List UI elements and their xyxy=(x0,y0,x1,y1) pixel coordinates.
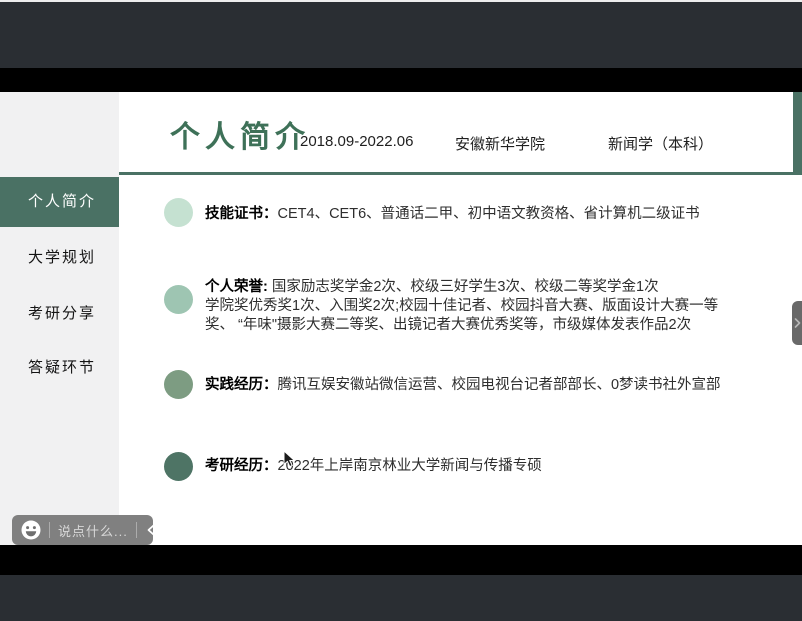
bullet-line: 个人荣誉: 国家励志奖学金2次、校级三好学生3次、校级二等奖学金1次 xyxy=(205,278,718,297)
bullet-skills: 技能证书：CET4、CET6、普通话二甲、初中语文教资格、省计算机二级证书 xyxy=(205,205,700,224)
screen: 个人简介 大学规划 考研分享 答疑环节 个人简介 2018.09-2022.06… xyxy=(0,0,802,621)
study-period: 2018.09-2022.06 xyxy=(300,133,413,150)
sidebar-item-personal-intro[interactable]: 个人简介 xyxy=(0,177,119,227)
emoji-icon[interactable] xyxy=(21,520,41,540)
slide-stage: 个人简介 大学规划 考研分享 答疑环节 个人简介 2018.09-2022.06… xyxy=(0,92,802,545)
chat-bar[interactable]: 说点什么... xyxy=(12,515,153,545)
right-drawer-handle[interactable] xyxy=(792,301,802,345)
bullet-label: 实践经历： xyxy=(205,377,278,393)
bullet-content: CET4、CET6、普通话二甲、初中语文教资格、省计算机二级证书 xyxy=(278,206,700,222)
slide-sidebar: 个人简介 大学规划 考研分享 答疑环节 xyxy=(0,92,119,545)
bullet-line: 技能证书：CET4、CET6、普通话二甲、初中语文教资格、省计算机二级证书 xyxy=(205,205,700,224)
top-dark-bar xyxy=(0,2,802,68)
chat-collapse-button[interactable] xyxy=(147,524,155,536)
bottom-black-letterbox xyxy=(0,545,802,575)
bullet-kaoyan: 考研经历：2022年上岸南京林业大学新闻与传播专硕 xyxy=(205,457,542,476)
chat-divider xyxy=(136,522,137,538)
bullet-label: 技能证书： xyxy=(205,206,278,222)
bottom-dark-bar xyxy=(0,575,802,621)
chevron-right-icon xyxy=(794,318,801,328)
sidebar-item-label: 考研分享 xyxy=(28,305,96,322)
bullet-dot xyxy=(164,198,193,227)
sidebar-item-label: 个人简介 xyxy=(28,193,96,210)
sidebar-item-kaoyan-share[interactable]: 考研分享 xyxy=(0,302,119,323)
sidebar-item-qa[interactable]: 答疑环节 xyxy=(0,356,119,377)
header-accent-bar xyxy=(793,92,802,172)
bullet-label: 考研经历： xyxy=(205,458,278,474)
bullet-content: 2022年上岸南京林业大学新闻与传播专硕 xyxy=(278,458,542,474)
bullet-dot xyxy=(164,370,193,399)
bullet-line: 考研经历：2022年上岸南京林业大学新闻与传播专硕 xyxy=(205,457,542,476)
page-title: 个人简介 xyxy=(170,112,310,156)
bullet-content: 国家励志奖学金2次、校级三好学生3次、校级二等奖学金1次 xyxy=(268,279,659,295)
major-name: 新闻学（本科） xyxy=(608,133,713,154)
sidebar-item-college-plan[interactable]: 大学规划 xyxy=(0,246,119,267)
bullet-dot xyxy=(164,285,193,314)
sidebar-item-label: 答疑环节 xyxy=(28,359,96,376)
bullet-practice: 实践经历：腾讯互娱安徽站微信运营、校园电视台记者部部长、0梦读书社外宣部 xyxy=(205,376,721,395)
bullet-line: 实践经历：腾讯互娱安徽站微信运营、校园电视台记者部部长、0梦读书社外宣部 xyxy=(205,376,721,395)
chat-divider xyxy=(49,522,50,538)
school-name: 安徽新华学院 xyxy=(455,133,545,154)
header-divider xyxy=(119,172,802,175)
bullet-line: 学院奖优秀奖1次、入围奖2次;校园十佳记者、校园抖音大赛、版面设计大赛一等 xyxy=(205,297,718,316)
slide-header: 个人简介 2018.09-2022.06 安徽新华学院 新闻学（本科） xyxy=(119,92,802,172)
bullet-honors: 个人荣誉: 国家励志奖学金2次、校级三好学生3次、校级二等奖学金1次 学院奖优秀… xyxy=(205,278,718,335)
sidebar-item-label: 大学规划 xyxy=(28,249,96,266)
top-black-letterbox xyxy=(0,68,802,92)
mouse-cursor xyxy=(283,450,296,473)
chevron-left-icon xyxy=(147,524,155,536)
bullet-label: 个人荣誉: xyxy=(205,279,268,295)
bullet-content: 腾讯互娱安徽站微信运营、校园电视台记者部部长、0梦读书社外宣部 xyxy=(278,377,721,393)
bullet-dot xyxy=(164,452,193,481)
bullet-line: 奖、 “年味"摄影大赛二等奖、出镜记者大赛优秀奖等，市级媒体发表作品2次 xyxy=(205,316,718,335)
chat-input[interactable]: 说点什么... xyxy=(58,521,128,540)
